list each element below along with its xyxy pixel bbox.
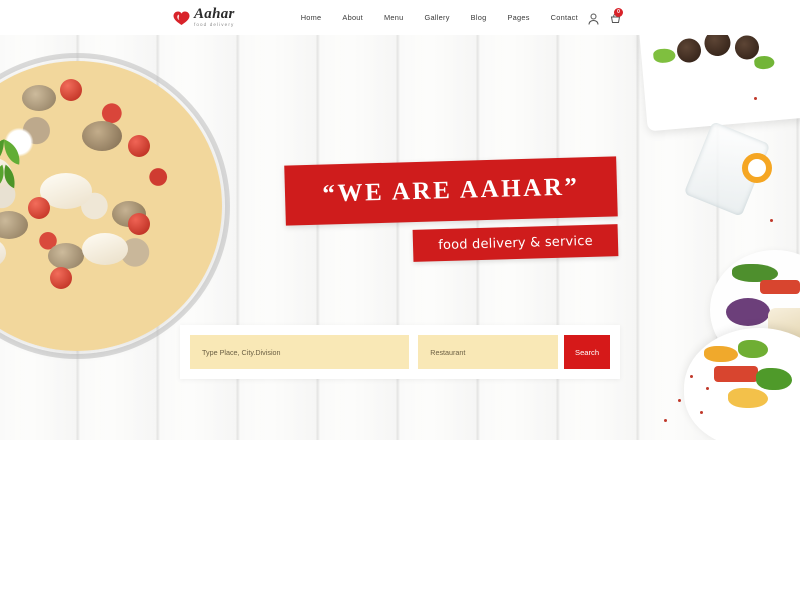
hero-banner-subtitle: food delivery & service (412, 224, 619, 262)
bell-pepper-slice (742, 153, 772, 183)
nav-item-blog[interactable]: Blog (471, 13, 487, 22)
user-account-icon[interactable] (588, 12, 599, 25)
hero-search-bar: Type Place, City.Division Restaurant Sea… (180, 325, 620, 379)
search-place-input[interactable]: Type Place, City.Division (190, 335, 410, 369)
sushi-plate-image (638, 35, 800, 132)
nav-item-home[interactable]: Home (301, 13, 322, 22)
hero-title-text: “WE ARE AAHAR” (322, 173, 580, 208)
shopping-cart-icon[interactable]: 0 (610, 7, 623, 24)
nav-item-pages[interactable]: Pages (507, 13, 529, 22)
search-restaurant-input[interactable]: Restaurant (418, 335, 559, 369)
nav-item-contact[interactable]: Contact (551, 13, 578, 22)
site-logo[interactable]: Aahar food delivery (173, 7, 235, 28)
nav-item-about[interactable]: About (342, 13, 363, 22)
hero-subtitle-text: food delivery & service (437, 233, 593, 253)
main-navigation: Home About Menu Gallery Blog Pages Conta… (301, 13, 578, 22)
hero-banner-title: “WE ARE AAHAR” (284, 156, 618, 226)
heart-icon (173, 11, 190, 25)
hero-section: “WE ARE AAHAR” food delivery & service T… (0, 35, 800, 440)
cart-count-badge: 0 (614, 7, 623, 17)
salad-plate-image (684, 328, 800, 440)
about-section: Best product, Best service About Aahar B… (0, 440, 800, 600)
logo-tagline: food delivery (194, 22, 235, 28)
nav-item-gallery[interactable]: Gallery (424, 13, 449, 22)
nav-item-menu[interactable]: Menu (384, 13, 404, 22)
header-actions: 0 (588, 7, 623, 25)
site-header: Aahar food delivery Home About Menu Gall… (0, 0, 800, 35)
basil-leaf-garnish (0, 139, 20, 189)
search-button[interactable]: Search (564, 335, 610, 369)
logo-name: Aahar (194, 6, 235, 23)
